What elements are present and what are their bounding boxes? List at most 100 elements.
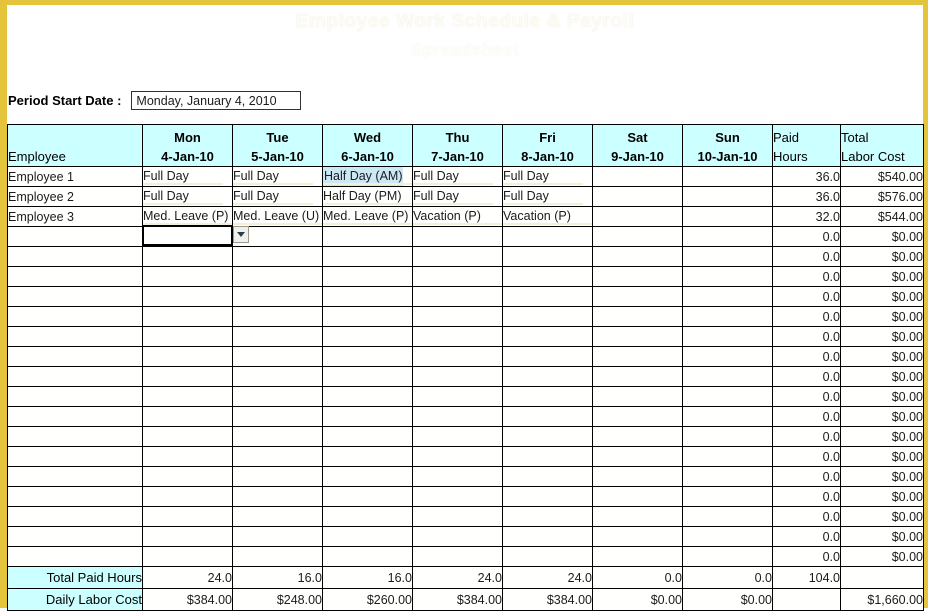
cell-day-1[interactable] <box>232 466 323 487</box>
cell-employee-name[interactable] <box>7 526 143 547</box>
cell-day-1[interactable] <box>232 446 323 467</box>
cell-day-3[interactable] <box>412 366 503 387</box>
cell-day-6[interactable] <box>682 506 773 527</box>
cell-day-1[interactable]: Full Day <box>232 166 323 187</box>
cell-day-4[interactable] <box>502 446 593 467</box>
cell-day-3[interactable] <box>412 446 503 467</box>
cell-day-3[interactable] <box>412 406 503 427</box>
cell-day-6[interactable] <box>682 166 773 187</box>
cell-day-1[interactable] <box>232 506 323 527</box>
cell-day-2[interactable] <box>322 286 413 307</box>
cell-employee-name[interactable] <box>7 546 143 567</box>
cell-day-5[interactable] <box>592 326 683 347</box>
cell-day-0[interactable] <box>142 466 233 487</box>
cell-employee-name[interactable] <box>7 326 143 347</box>
cell-employee-name[interactable]: Employee 3 <box>7 206 143 227</box>
cell-day-2[interactable] <box>322 506 413 527</box>
cell-day-4[interactable] <box>502 286 593 307</box>
cell-day-2[interactable] <box>322 486 413 507</box>
cell-day-0[interactable] <box>142 246 233 267</box>
cell-day-5[interactable] <box>592 266 683 287</box>
cell-day-5[interactable] <box>592 506 683 527</box>
cell-day-1[interactable]: Full Day <box>232 186 323 207</box>
cell-day-0[interactable] <box>142 486 233 507</box>
cell-day-4[interactable] <box>502 486 593 507</box>
cell-employee-name[interactable]: Employee 1 <box>7 166 143 187</box>
cell-day-3[interactable] <box>412 486 503 507</box>
cell-employee-name[interactable] <box>7 226 143 247</box>
cell-day-0[interactable]: Full Day <box>142 166 233 187</box>
cell-day-5[interactable] <box>592 346 683 367</box>
cell-day-1[interactable] <box>232 526 323 547</box>
cell-day-4[interactable] <box>502 546 593 567</box>
cell-day-6[interactable] <box>682 326 773 347</box>
cell-day-2[interactable] <box>322 426 413 447</box>
cell-day-0[interactable] <box>142 326 233 347</box>
cell-day-1[interactable] <box>232 266 323 287</box>
cell-day-6[interactable] <box>682 186 773 207</box>
cell-day-0[interactable] <box>142 306 233 327</box>
cell-day-2[interactable] <box>322 366 413 387</box>
cell-day-4[interactable]: Full Day <box>502 166 593 187</box>
cell-day-0[interactable] <box>142 286 233 307</box>
cell-day-2[interactable] <box>322 466 413 487</box>
cell-day-3[interactable] <box>412 226 503 247</box>
cell-day-2[interactable] <box>322 546 413 567</box>
cell-day-4[interactable] <box>502 326 593 347</box>
cell-day-4[interactable] <box>502 246 593 267</box>
cell-day-3[interactable] <box>412 506 503 527</box>
cell-day-4[interactable] <box>502 506 593 527</box>
cell-day-2[interactable] <box>322 526 413 547</box>
cell-day-6[interactable] <box>682 206 773 227</box>
cell-day-5[interactable] <box>592 226 683 247</box>
cell-day-2[interactable] <box>322 446 413 467</box>
cell-day-4[interactable] <box>502 366 593 387</box>
cell-day-3[interactable] <box>412 386 503 407</box>
cell-day-2[interactable] <box>322 266 413 287</box>
cell-employee-name[interactable] <box>7 386 143 407</box>
cell-employee-name[interactable] <box>7 366 143 387</box>
cell-day-0[interactable] <box>142 406 233 427</box>
cell-day-0[interactable] <box>142 386 233 407</box>
cell-day-6[interactable] <box>682 526 773 547</box>
cell-day-1[interactable]: Med. Leave (U) <box>232 206 323 227</box>
cell-day-3[interactable]: Full Day <box>412 166 503 187</box>
cell-day-6[interactable] <box>682 266 773 287</box>
cell-day-5[interactable] <box>592 466 683 487</box>
cell-day-4[interactable] <box>502 426 593 447</box>
cell-day-6[interactable] <box>682 286 773 307</box>
cell-day-1[interactable] <box>232 286 323 307</box>
cell-day-6[interactable] <box>682 346 773 367</box>
cell-day-0[interactable] <box>142 266 233 287</box>
cell-day-0[interactable] <box>142 506 233 527</box>
cell-day-6[interactable] <box>682 386 773 407</box>
cell-day-0[interactable]: Full Day <box>142 186 233 207</box>
cell-day-5[interactable] <box>592 546 683 567</box>
cell-day-1[interactable] <box>232 386 323 407</box>
cell-day-6[interactable] <box>682 306 773 327</box>
cell-employee-name[interactable] <box>7 426 143 447</box>
cell-day-1[interactable] <box>232 346 323 367</box>
cell-day-4[interactable] <box>502 226 593 247</box>
cell-day-3[interactable] <box>412 466 503 487</box>
cell-day-3[interactable] <box>412 526 503 547</box>
cell-day-4[interactable] <box>502 346 593 367</box>
cell-day-6[interactable] <box>682 486 773 507</box>
cell-day-2[interactable] <box>322 226 413 247</box>
cell-day-3[interactable]: Full Day <box>412 186 503 207</box>
cell-day-1[interactable] <box>232 486 323 507</box>
cell-day-3[interactable] <box>412 286 503 307</box>
cell-employee-name[interactable] <box>7 266 143 287</box>
cell-day-3[interactable] <box>412 426 503 447</box>
cell-day-4[interactable] <box>502 406 593 427</box>
cell-day-2[interactable]: Med. Leave (P) <box>322 206 413 227</box>
cell-employee-name[interactable] <box>7 346 143 367</box>
cell-day-6[interactable] <box>682 446 773 467</box>
cell-day-3[interactable] <box>412 266 503 287</box>
cell-employee-name[interactable] <box>7 506 143 527</box>
cell-day-0[interactable]: Med. Leave (P) <box>142 206 233 227</box>
cell-day-5[interactable] <box>592 206 683 227</box>
cell-day-1[interactable] <box>232 426 323 447</box>
cell-day-0[interactable] <box>142 426 233 447</box>
cell-employee-name[interactable] <box>7 246 143 267</box>
